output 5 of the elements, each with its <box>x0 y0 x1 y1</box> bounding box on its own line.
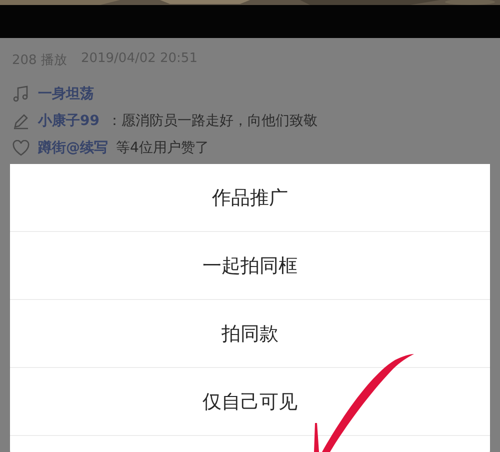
music-note-icon <box>12 84 30 102</box>
caption-text: ：愿消防员一路走好，向他们致敬 <box>107 112 318 130</box>
pencil-icon <box>12 112 30 130</box>
heart-icon <box>12 140 30 156</box>
likes-text: 等4位用户赞了 <box>116 138 209 156</box>
